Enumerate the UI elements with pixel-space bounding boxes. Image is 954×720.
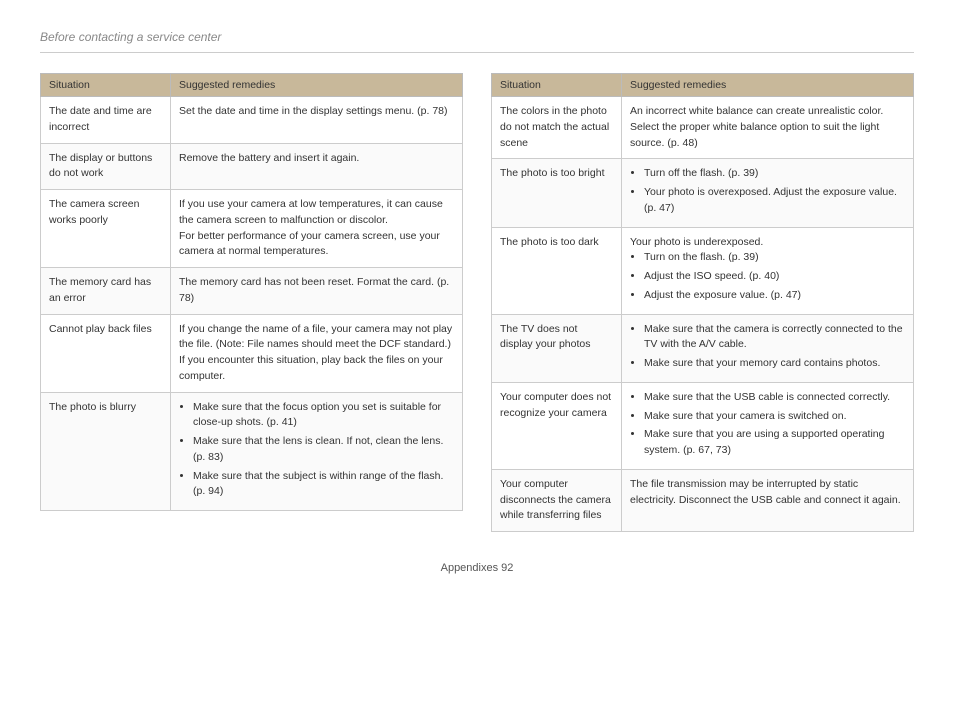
table-row-remedy: If you change the name of a file, your c… — [171, 314, 463, 392]
right-table-situation-header: Situation — [492, 74, 622, 97]
table-row-situation: The camera screen works poorly — [41, 190, 171, 268]
list-item: Make sure that the USB cable is connecte… — [644, 390, 905, 406]
table-row-situation: The photo is too dark — [492, 227, 622, 314]
right-table: Situation Suggested remedies The colors … — [491, 73, 914, 532]
table-row-remedy: An incorrect white balance can create un… — [622, 97, 914, 159]
list-item: Make sure that the lens is clean. If not… — [193, 434, 454, 466]
list-item: Your photo is overexposed. Adjust the ex… — [644, 185, 905, 217]
list-item: Make sure that the camera is correctly c… — [644, 322, 905, 354]
page-footer: Appendixes 92 — [40, 562, 914, 574]
table-row-situation: The photo is blurry — [41, 392, 171, 511]
table-row-situation: The colors in the photo do not match the… — [492, 97, 622, 159]
table-row-situation: Cannot play back files — [41, 314, 171, 392]
right-table-remedies-header: Suggested remedies — [622, 74, 914, 97]
table-row-situation: Your computer does not recognize your ca… — [492, 382, 622, 469]
left-table-remedies-header: Suggested remedies — [171, 74, 463, 97]
table-row-remedy: Remove the battery and insert it again. — [171, 143, 463, 190]
table-row-situation: The TV does not display your photos — [492, 314, 622, 382]
table-row-remedy: The file transmission may be interrupted… — [622, 469, 914, 531]
list-item: Make sure that you are using a supported… — [644, 427, 905, 459]
table-row-situation: The date and time are incorrect — [41, 97, 171, 144]
table-row-remedy: Set the date and time in the display set… — [171, 97, 463, 144]
list-item: Make sure that the focus option you set … — [193, 400, 454, 432]
list-item: Adjust the ISO speed. (p. 40) — [644, 269, 905, 285]
left-table: Situation Suggested remedies The date an… — [40, 73, 463, 511]
table-row-remedy: Your photo is underexposed.Turn on the f… — [622, 227, 914, 314]
table-row-situation: The photo is too bright — [492, 159, 622, 227]
table-row-remedy: If you use your camera at low temperatur… — [171, 190, 463, 268]
list-item: Make sure that the subject is within ran… — [193, 469, 454, 501]
list-item: Turn on the flash. (p. 39) — [644, 250, 905, 266]
list-item: Make sure that your memory card contains… — [644, 356, 905, 372]
table-row-situation: The memory card has an error — [41, 268, 171, 315]
table-row-remedy: The memory card has not been reset. Form… — [171, 268, 463, 315]
table-row-situation: The display or buttons do not work — [41, 143, 171, 190]
table-row-remedy: Turn off the flash. (p. 39) Your photo is… — [622, 159, 914, 227]
table-row-situation: Your computer disconnects the camera whi… — [492, 469, 622, 531]
left-table-situation-header: Situation — [41, 74, 171, 97]
tables-wrapper: Situation Suggested remedies The date an… — [40, 73, 914, 532]
table-row-remedy: Make sure that the camera is correctly c… — [622, 314, 914, 382]
list-item: Turn off the flash. (p. 39) — [644, 166, 905, 182]
table-row-remedy: Make sure that the focus option you set … — [171, 392, 463, 511]
list-item: Make sure that your camera is switched o… — [644, 409, 905, 425]
list-item: Adjust the exposure value. (p. 47) — [644, 288, 905, 304]
table-row-remedy: Make sure that the USB cable is connecte… — [622, 382, 914, 469]
page-title: Before contacting a service center — [40, 30, 914, 53]
